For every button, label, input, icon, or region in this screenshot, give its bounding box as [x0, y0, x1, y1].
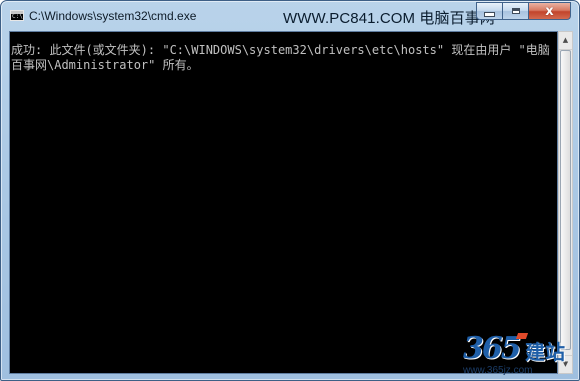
cmd-window: C:\ C:\Windows\system32\cmd.exe WWW.PC84… — [0, 0, 580, 381]
site-logo: 365 建站 www.365jz.com — [463, 331, 577, 381]
console-area[interactable]: 成功: 此文件(或文件夹): "C:\WINDOWS\system32\driv… — [9, 31, 558, 374]
logo-name: 建站 — [525, 340, 565, 364]
close-button[interactable]: x — [528, 2, 571, 20]
window-controls: x — [476, 2, 571, 20]
console-icon[interactable]: C:\ — [10, 10, 24, 21]
scroll-up-button[interactable]: ▲ — [559, 32, 572, 50]
watermark-text: WWW.PC841.COM 电脑百事网 — [283, 10, 495, 27]
vertical-scrollbar[interactable]: ▲ ▼ — [558, 31, 573, 374]
close-icon: x — [545, 3, 554, 19]
console-icon-text: C:\ — [12, 13, 23, 20]
console-output-line: 成功: 此文件(或文件夹): "C:\WINDOWS\system32\driv… — [11, 43, 550, 72]
title-bar[interactable]: C:\ C:\Windows\system32\cmd.exe WWW.PC84… — [1, 1, 579, 31]
maximize-button[interactable] — [502, 2, 528, 20]
minimize-icon — [484, 12, 495, 17]
maximize-icon — [511, 8, 520, 14]
chevron-up-icon: ▲ — [562, 36, 569, 44]
scrollbar-thumb[interactable] — [560, 50, 571, 350]
minimize-button[interactable] — [476, 2, 502, 20]
logo-url: www.365jz.com — [463, 365, 533, 376]
logo-mark: 365 — [463, 331, 522, 366]
window-title: C:\Windows\system32\cmd.exe — [29, 9, 197, 23]
